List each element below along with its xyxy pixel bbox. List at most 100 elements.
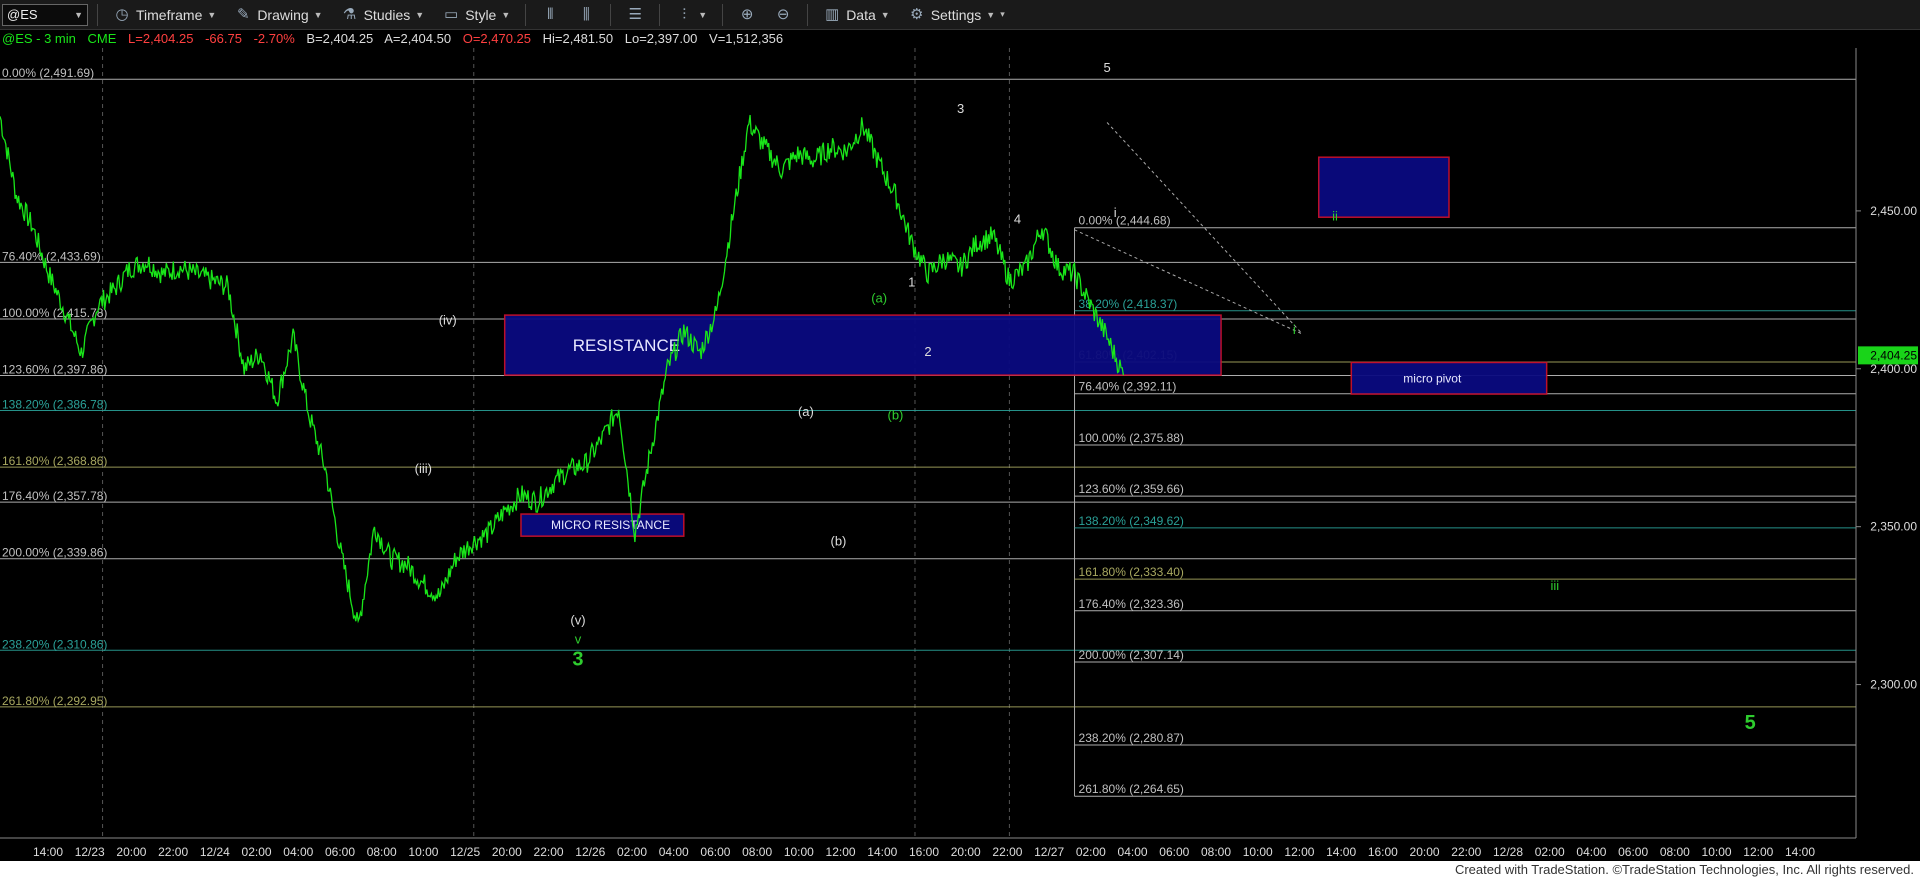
wave-label: 3 — [572, 649, 583, 671]
y-tick-label: 2,350.00 — [1870, 520, 1917, 534]
quote-low: Lo=2,397.00 — [624, 31, 698, 46]
quote-change: -66.75 — [205, 31, 242, 46]
toolbar: @ES ▼ ◷ Timeframe ▼ ✎ Drawing ▼ ⚗ Studie… — [0, 0, 1920, 30]
quote-bar: @ES - 3 min CME L=2,404.25 -66.75 -2.70%… — [2, 31, 791, 47]
wave-label: 4 — [1014, 212, 1021, 227]
settings-button[interactable]: ⚙ Settings ▼ ▾ — [902, 3, 1011, 27]
x-tick-label: 20:00 — [116, 845, 146, 859]
wave-label: i — [1293, 322, 1296, 337]
fib-level-label: 238.20% (2,310.86) — [2, 637, 107, 651]
zone-label: MICRO RESISTANCE — [551, 518, 670, 532]
chevron-down-icon: ▼ — [313, 9, 323, 20]
x-tick-label: 14:00 — [33, 845, 63, 859]
fib-level-label: 123.60% (2,397.86) — [2, 363, 107, 377]
settings-label: Settings — [930, 6, 982, 23]
quote-open: O=2,470.25 — [462, 31, 532, 46]
style-icon: ▭ — [444, 5, 459, 23]
pencil-icon: ✎ — [237, 5, 250, 23]
wave-label: ii — [1332, 208, 1338, 223]
last-price-label: 2,404.25 — [1870, 348, 1917, 362]
quote-volume: V=1,512,356 — [709, 31, 784, 46]
chevron-down-icon: ▼ — [415, 9, 425, 20]
timeframe-label: Timeframe — [136, 6, 203, 23]
x-tick-label: 10:00 — [408, 845, 438, 859]
data-button[interactable]: ▥ Data ▼ — [817, 3, 896, 27]
clock-icon: ◷ — [115, 5, 129, 23]
quote-symbol: @ES - 3 min — [2, 31, 76, 46]
price-chart[interactable]: 0.00% (2,491.69) 76.40% (2,433.69) 100.00%… — [0, 48, 1920, 861]
wave-label: (a) — [871, 290, 887, 305]
fib-level-label: 0.00% (2,444.68) — [1079, 214, 1171, 228]
wave-label: iii — [1550, 578, 1559, 593]
studies-button[interactable]: ⚗ Studies ▼ — [335, 3, 431, 27]
y-tick-label: 2,300.00 — [1870, 678, 1917, 692]
toolbar-divider — [807, 3, 809, 26]
wave-label: 1 — [908, 275, 915, 290]
x-tick-label: 20:00 — [951, 845, 981, 859]
bar-spacing-increase-button[interactable]: ⫼ — [571, 3, 601, 27]
x-tick-label: 10:00 — [784, 845, 814, 859]
wave-label: (b) — [831, 534, 847, 549]
split-panes-button[interactable]: ☰ — [620, 3, 650, 27]
wave-label: (a) — [798, 404, 814, 419]
drawing-button[interactable]: ✎ Drawing ▼ — [228, 3, 328, 27]
expand-bars-icon: ⫼ — [582, 5, 590, 23]
x-tick-label: 12/23 — [75, 845, 105, 859]
x-tick-label: 20:00 — [492, 845, 522, 859]
chevron-down-icon: ▼ — [698, 9, 708, 20]
zoom-out-button[interactable]: ⊖ — [768, 3, 798, 27]
x-tick-label: 02:00 — [617, 845, 647, 859]
x-tick-label: 12/27 — [1034, 845, 1064, 859]
timeframe-button[interactable]: ◷ Timeframe ▼ — [107, 3, 222, 27]
zone-box[interactable] — [1317, 156, 1450, 218]
x-tick-label: 12:00 — [1284, 845, 1314, 859]
compress-bars-icon: ⫴ — [547, 5, 554, 23]
x-tick-label: 06:00 — [1618, 845, 1648, 859]
toolbar-divider — [659, 3, 661, 26]
chart-type-button[interactable]: ⫶ ▼ — [669, 3, 713, 27]
zone-label: RESISTANCE — [573, 336, 680, 355]
wave-label: (iv) — [439, 313, 457, 328]
bar-spacing-decrease-button[interactable]: ⫴ — [535, 3, 565, 27]
footer-copyright: Created with TradeStation. ©TradeStation… — [0, 861, 1920, 879]
x-tick-label: 12:00 — [826, 845, 856, 859]
wave-label: (b) — [887, 407, 903, 422]
fib-level-label: 200.00% (2,307.14) — [1079, 648, 1184, 662]
fib-level-label: 76.40% (2,392.11) — [1079, 380, 1177, 394]
x-tick-label: 14:00 — [867, 845, 897, 859]
chevron-down-icon: ▼ — [74, 9, 83, 20]
x-tick-label: 04:00 — [1118, 845, 1148, 859]
style-button[interactable]: ▭ Style ▼ — [436, 3, 516, 27]
wave-label: v — [575, 632, 582, 647]
x-tick-label: 20:00 — [1410, 845, 1440, 859]
symbol-input[interactable]: @ES ▼ — [2, 3, 88, 26]
chevron-down-icon: ▼ — [207, 9, 217, 20]
flask-icon: ⚗ — [342, 5, 357, 23]
fib-level-label: 261.80% (2,264.65) — [1079, 782, 1184, 796]
quote-last: L=2,404.25 — [128, 31, 194, 46]
wave-label: 2 — [924, 344, 931, 359]
x-tick-label: 08:00 — [1201, 845, 1231, 859]
x-tick-label: 22:00 — [992, 845, 1022, 859]
fib-level-label: 238.20% (2,280.87) — [1079, 731, 1184, 745]
chevron-down-icon: ▾ — [1000, 9, 1005, 19]
zone-label: micro pivot — [1403, 371, 1462, 385]
chevron-down-icon: ▼ — [986, 9, 996, 20]
x-tick-label: 02:00 — [1535, 845, 1565, 859]
bar-chart-icon: ▥ — [825, 5, 840, 23]
chevron-down-icon: ▼ — [501, 9, 511, 20]
zoom-in-button[interactable]: ⊕ — [732, 3, 762, 27]
quote-high: Hi=2,481.50 — [542, 31, 614, 46]
fib-level-label: 261.80% (2,292.95) — [2, 694, 107, 708]
quote-bid: B=2,404.25 — [306, 31, 374, 46]
zoom-in-icon: ⊕ — [740, 5, 754, 23]
y-tick-label: 2,450.00 — [1870, 204, 1917, 218]
x-tick-label: 06:00 — [325, 845, 355, 859]
fib-level-label: 161.80% (2,333.40) — [1079, 565, 1184, 579]
x-tick-label: 08:00 — [1660, 845, 1690, 859]
wave-label: (iii) — [415, 461, 432, 476]
x-tick-label: 08:00 — [742, 845, 772, 859]
wave-label: 5 — [1745, 712, 1756, 734]
fib-level-label: 138.20% (2,349.62) — [1079, 514, 1184, 528]
x-tick-label: 10:00 — [1243, 845, 1273, 859]
